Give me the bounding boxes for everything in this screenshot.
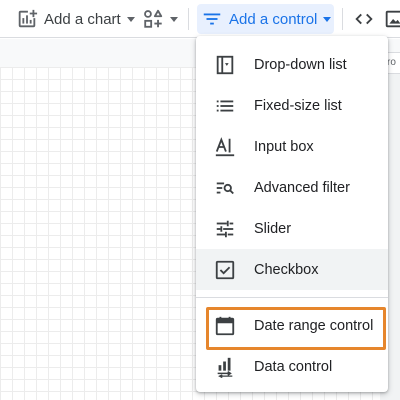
menu-item-label: Data control: [254, 358, 333, 375]
data-control-icon: [212, 354, 238, 380]
checkbox-icon: [212, 257, 238, 283]
add-chart-icon: [16, 8, 38, 30]
embed-content-button[interactable]: [352, 4, 378, 34]
add-control-menu: Drop-down list Fixed-size list Input box: [196, 36, 388, 392]
menu-item-label: Advanced filter: [254, 179, 350, 196]
menu-item-advanced-filter[interactable]: Advanced filter: [196, 167, 388, 208]
code-embed-icon: [352, 8, 376, 30]
toolbar: Add a chart Add a control: [0, 0, 400, 38]
add-chart-button[interactable]: Add a chart: [16, 4, 135, 34]
chevron-down-icon: [323, 16, 332, 22]
menu-item-checkbox[interactable]: Checkbox: [196, 249, 388, 290]
add-image-button[interactable]: [384, 4, 400, 34]
menu-item-date-range-control[interactable]: Date range control: [196, 305, 388, 350]
chevron-down-icon: [126, 16, 135, 22]
menu-item-label: Date range control: [254, 317, 374, 334]
menu-item-label: Slider: [254, 220, 292, 237]
filter-lines-icon: [201, 8, 223, 30]
image-icon: [384, 8, 400, 30]
menu-item-label: Drop-down list: [254, 56, 347, 73]
list-icon: [212, 93, 238, 119]
menu-item-input-box[interactable]: Input box: [196, 126, 388, 167]
calendar-icon: [212, 313, 238, 339]
dropdown-list-icon: [212, 52, 238, 78]
input-box-icon: [212, 134, 238, 160]
add-control-button[interactable]: Add a control: [197, 4, 334, 34]
menu-item-fixed-size-list[interactable]: Fixed-size list: [196, 85, 388, 126]
menu-item-label: Fixed-size list: [254, 97, 342, 114]
toolbar-divider: [342, 8, 343, 30]
toolbar-divider: [188, 8, 189, 30]
community-visualization-button[interactable]: [142, 4, 178, 34]
menu-item-drop-down-list[interactable]: Drop-down list: [196, 44, 388, 85]
advanced-filter-icon: [212, 175, 238, 201]
chevron-down-icon: [170, 16, 178, 22]
menu-item-slider[interactable]: Slider: [196, 208, 388, 249]
slider-icon: [212, 216, 238, 242]
menu-item-label: Checkbox: [254, 261, 319, 278]
menu-divider: [196, 297, 388, 298]
add-control-label: Add a control: [229, 10, 318, 28]
add-chart-label: Add a chart: [44, 10, 121, 28]
community-visualization-icon: [142, 8, 164, 30]
menu-item-label: Input box: [254, 138, 314, 155]
menu-item-data-control[interactable]: Data control: [196, 346, 388, 387]
